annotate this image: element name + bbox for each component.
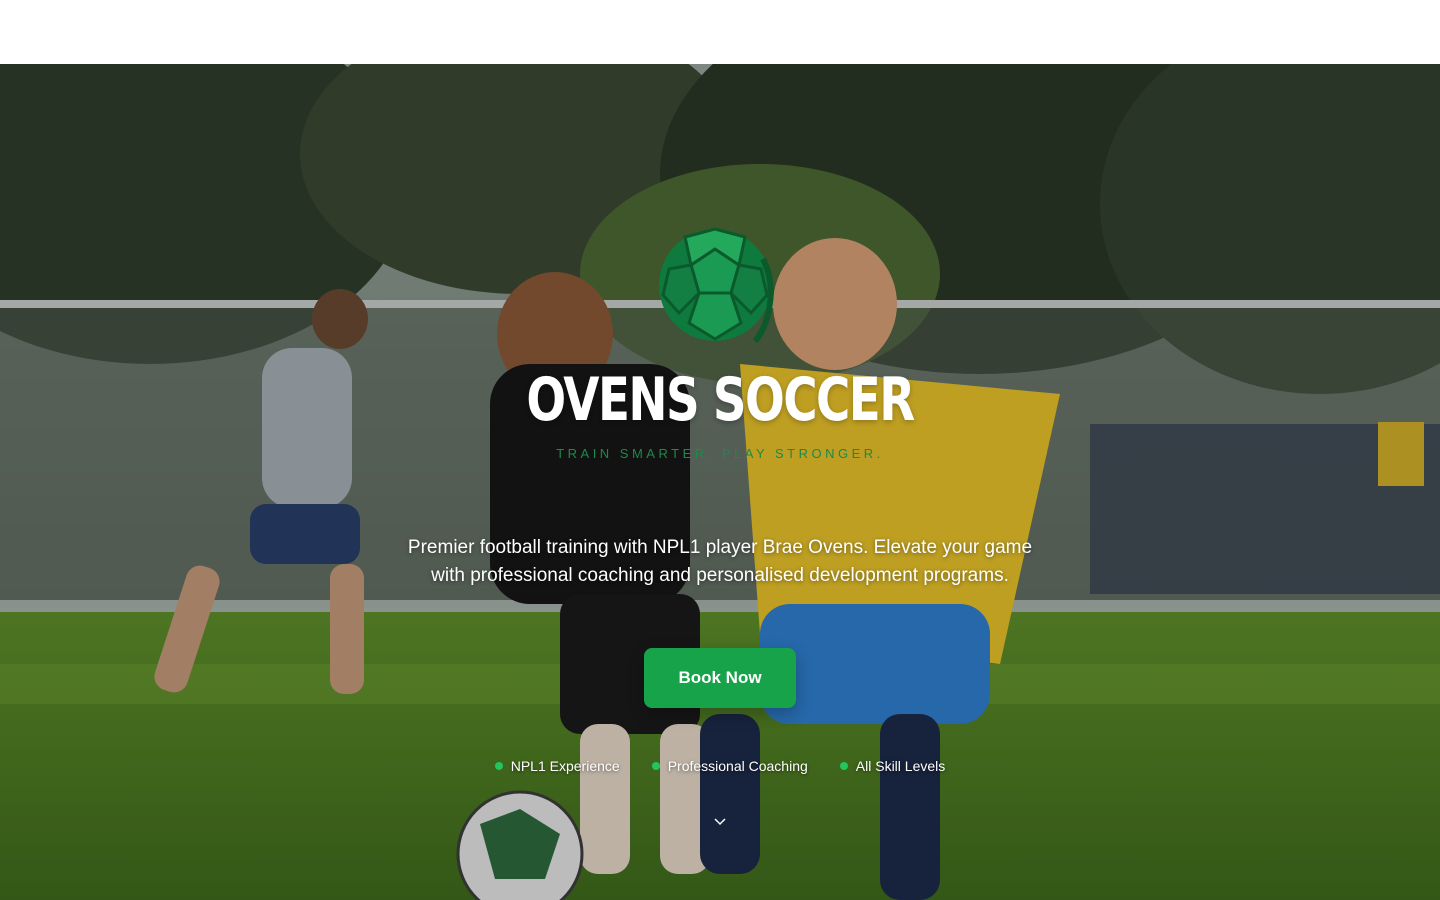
brand-tagline: TRAIN SMARTER. PLAY STRONGER. xyxy=(556,446,884,461)
bullet-dot-icon xyxy=(651,762,660,770)
feature-label: Professional Coaching xyxy=(667,758,808,774)
feature-item: All Skill Levels xyxy=(839,756,946,776)
book-now-button[interactable]: Book Now xyxy=(644,648,796,708)
brand-title: OVENS SOCCER xyxy=(526,365,915,435)
soccer-ball-icon xyxy=(659,227,774,344)
chevron-down-icon[interactable] xyxy=(712,814,728,830)
feature-list: NPL1 Experience Professional Coaching Al… xyxy=(0,756,1440,776)
bullet-dot-icon xyxy=(494,762,503,770)
top-nav-bar xyxy=(0,0,1440,64)
hero-description: Premier football training with NPL1 play… xyxy=(407,537,1033,586)
feature-label: All Skill Levels xyxy=(855,758,946,774)
hero-section: OVENS SOCCER TRAIN SMARTER. PLAY STRONGE… xyxy=(0,64,1440,900)
feature-label: NPL1 Experience xyxy=(510,758,620,774)
feature-item: NPL1 Experience xyxy=(494,756,620,776)
feature-item: Professional Coaching xyxy=(651,756,808,776)
bullet-dot-icon xyxy=(839,762,848,770)
